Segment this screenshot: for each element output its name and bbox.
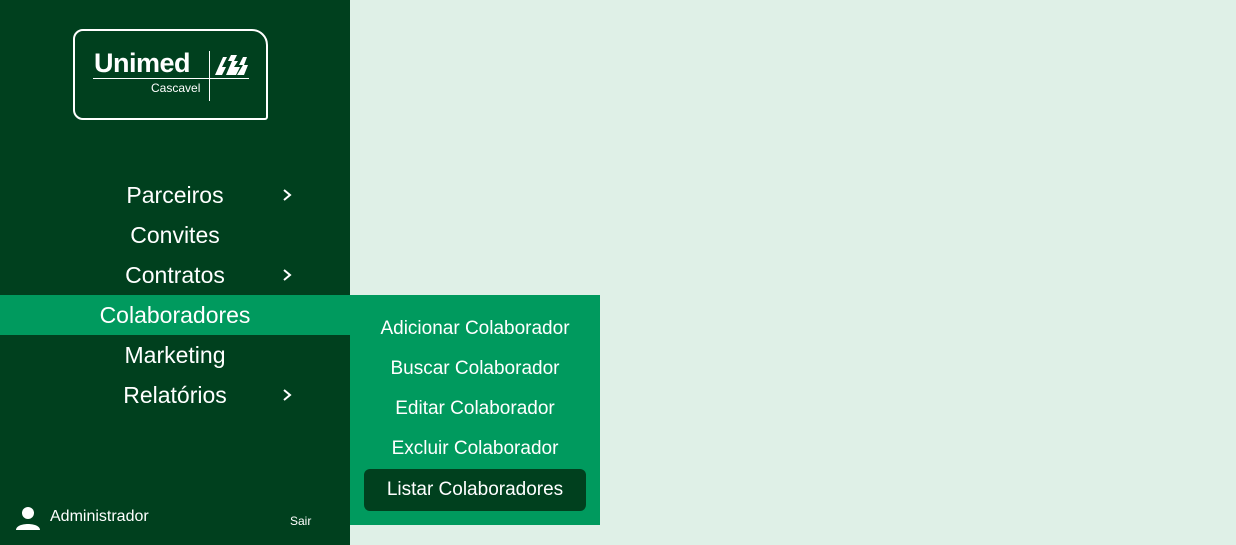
menu-item-colaboradores[interactable]: Colaboradores [0, 295, 350, 335]
logout-button[interactable]: Sair [290, 514, 311, 528]
menu-item-relatorios[interactable]: Relatórios [0, 375, 350, 415]
logo-vertical-rule [209, 51, 210, 101]
colaboradores-submenu: Adicionar Colaborador Buscar Colaborador… [350, 295, 600, 525]
person-icon [16, 507, 40, 530]
menu-item-convites[interactable]: Convites [0, 215, 350, 255]
main-content [600, 0, 1236, 545]
chevron-right-icon [283, 189, 292, 201]
unimed-trees-icon [215, 55, 248, 75]
menu-item-label: Parceiros [126, 181, 224, 208]
submenu-item-adicionar-colaborador[interactable]: Adicionar Colaborador [364, 309, 586, 349]
menu-item-marketing[interactable]: Marketing [0, 335, 350, 375]
user-name: Administrador [50, 508, 149, 525]
menu-item-label: Marketing [124, 341, 226, 368]
menu-item-label: Colaboradores [99, 301, 251, 328]
submenu-item-listar-colaboradores[interactable]: Listar Colaboradores [364, 469, 586, 511]
sidebar-footer: Administrador Sair [0, 497, 350, 545]
logo-divider [93, 78, 249, 79]
chevron-right-icon [283, 269, 292, 281]
menu-item-contratos[interactable]: Contratos [0, 255, 350, 295]
main-menu: Parceiros Convites Contratos Colaborador… [0, 175, 350, 415]
menu-item-label: Relatórios [123, 381, 227, 408]
brand-logo[interactable]: Unimed Cascavel [73, 29, 268, 120]
submenu-item-buscar-colaborador[interactable]: Buscar Colaborador [364, 349, 586, 389]
logo-brand-text: Unimed [94, 48, 191, 78]
submenu-item-editar-colaborador[interactable]: Editar Colaborador [364, 389, 586, 429]
logo-subtitle: Cascavel [151, 81, 201, 95]
menu-item-label: Contratos [125, 261, 225, 288]
menu-item-parceiros[interactable]: Parceiros [0, 175, 350, 215]
submenu-item-excluir-colaborador[interactable]: Excluir Colaborador [364, 429, 586, 469]
chevron-right-icon [283, 389, 292, 401]
sidebar: Unimed Cascavel Parceiros Convites Contr… [0, 0, 350, 545]
menu-item-label: Convites [130, 221, 220, 248]
